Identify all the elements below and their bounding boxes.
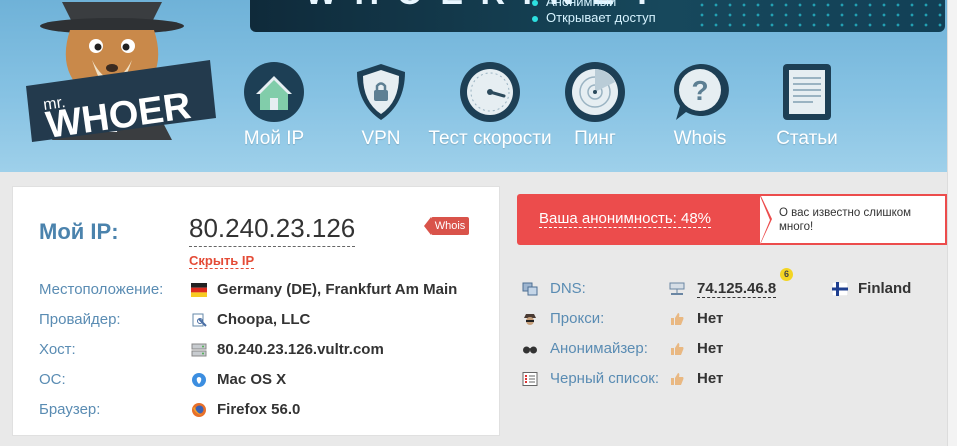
glasses-icon: [523, 346, 537, 354]
row-value: Нет: [697, 370, 724, 387]
nav-label: Мой IP: [243, 128, 305, 149]
hide-ip-link[interactable]: Скрыть IP: [189, 253, 255, 269]
ip-info-card: Мой IP: 80.240.23.126 Скрыть IP Whois Ме…: [12, 186, 500, 436]
row-label: Браузер:: [39, 401, 101, 418]
nav-label: Whois: [673, 128, 727, 149]
row-label: Анонимайзер:: [550, 340, 648, 357]
svg-text:?: ?: [691, 75, 708, 106]
banner-decoration: [695, 0, 945, 32]
row-value: 80.240.23.126.vultr.com: [217, 341, 384, 358]
anonymity-score[interactable]: Ваша анонимность: 48%: [517, 194, 765, 245]
main-content: Мой IP: 80.240.23.126 Скрыть IP Whois Ме…: [0, 172, 947, 446]
row-value: Choopa, LLC: [217, 311, 311, 328]
dns-country: Finland: [858, 280, 912, 297]
nav-label: Пинг: [574, 128, 616, 149]
thumbs-up-icon: [671, 343, 684, 355]
row-label: Прокси:: [550, 310, 605, 327]
nav-articles[interactable]: Статьи: [747, 60, 867, 150]
anonymity-text: Ваша анонимность: 48%: [539, 210, 712, 228]
check-row-blacklist: Черный список: Нет: [522, 368, 942, 390]
my-ip-label: Мой IP:: [39, 219, 119, 244]
thumbs-up-icon: [671, 373, 684, 385]
provider-icon: [192, 313, 207, 327]
check-row-dns: DNS: 74.125.46.8 6 Finland: [522, 268, 942, 300]
row-label: Местоположение:: [39, 281, 164, 298]
banner-line-2: Открывает доступ: [532, 10, 656, 25]
dns-count-badge: 6: [780, 268, 793, 281]
dns-ip-value[interactable]: 74.125.46.8: [697, 280, 777, 298]
nav-ping[interactable]: Пинг: [535, 60, 655, 150]
document-icon: [783, 64, 831, 120]
question-bubble-icon: ?: [674, 63, 729, 120]
row-label: Хост:: [39, 341, 76, 358]
nav-vpn[interactable]: VPN: [321, 60, 441, 150]
info-row-os: ОС: Mac OS X: [39, 369, 489, 391]
nav-whois[interactable]: ? Whois: [640, 60, 760, 150]
thumbs-up-icon: [671, 313, 684, 325]
info-row-location: Местоположение: Germany (DE), Frankfurt …: [39, 279, 489, 301]
info-row-host: Хост: 80.240.23.126.vultr.com: [39, 339, 489, 361]
ad-banner[interactable]: W H O E R . N E T Анонимный Открывает до…: [250, 0, 945, 32]
row-value: Нет: [697, 310, 724, 327]
list-icon: [522, 372, 538, 386]
server-icon: [191, 343, 207, 357]
firefox-icon: [192, 403, 206, 417]
nav-label: VPN: [361, 128, 401, 149]
dns-icon: [522, 282, 538, 296]
shield-lock-icon: [357, 64, 405, 120]
radar-icon: [565, 62, 625, 122]
spy-icon: [524, 314, 536, 325]
info-row-browser: Браузер: Firefox 56.0: [39, 399, 489, 421]
row-label: ОС:: [39, 371, 66, 388]
vertical-scrollbar[interactable]: [947, 0, 957, 446]
nav-label: Статьи: [776, 128, 838, 149]
row-value: Нет: [697, 340, 724, 357]
row-value: Firefox 56.0: [217, 401, 301, 418]
germany-flag-icon: [191, 283, 207, 297]
nav-my-ip[interactable]: Мой IP: [214, 60, 334, 150]
apple-icon: [192, 373, 206, 387]
check-row-proxy: Прокси: Нет: [522, 308, 942, 330]
fox-mascot-icon: mr. WHOER: [26, 2, 216, 147]
site-header: W H O E R . N E T Анонимный Открывает до…: [0, 0, 947, 172]
home-icon: [244, 62, 304, 122]
row-label: Провайдер:: [39, 311, 121, 328]
finland-flag-icon: [832, 282, 848, 296]
row-value: Mac OS X: [217, 371, 287, 388]
row-label: DNS:: [550, 280, 586, 297]
whois-button[interactable]: Whois: [424, 217, 469, 235]
info-row-provider: Провайдер: Choopa, LLC: [39, 309, 489, 331]
row-value: Germany (DE), Frankfurt Am Main: [217, 281, 458, 298]
row-label: Черный список:: [550, 370, 660, 387]
ip-address[interactable]: 80.240.23.126: [189, 213, 356, 247]
check-row-anonymizer: Анонимайзер: Нет: [522, 338, 942, 360]
banner-line-1: Анонимный: [532, 0, 616, 9]
network-icon: [669, 282, 685, 295]
anonymity-panel: Ваша анонимность: 48% О вас известно сли…: [517, 194, 947, 245]
anonymity-note-text: О вас известно слишком много!: [779, 207, 912, 233]
speedometer-icon: [460, 62, 520, 122]
site-logo[interactable]: mr. WHOER: [22, 0, 222, 155]
anonymity-note: О вас известно слишком много!: [760, 194, 947, 245]
main-nav: Мой IP VPN Тест скорости Пинг ? Whois Ст…: [225, 60, 855, 160]
